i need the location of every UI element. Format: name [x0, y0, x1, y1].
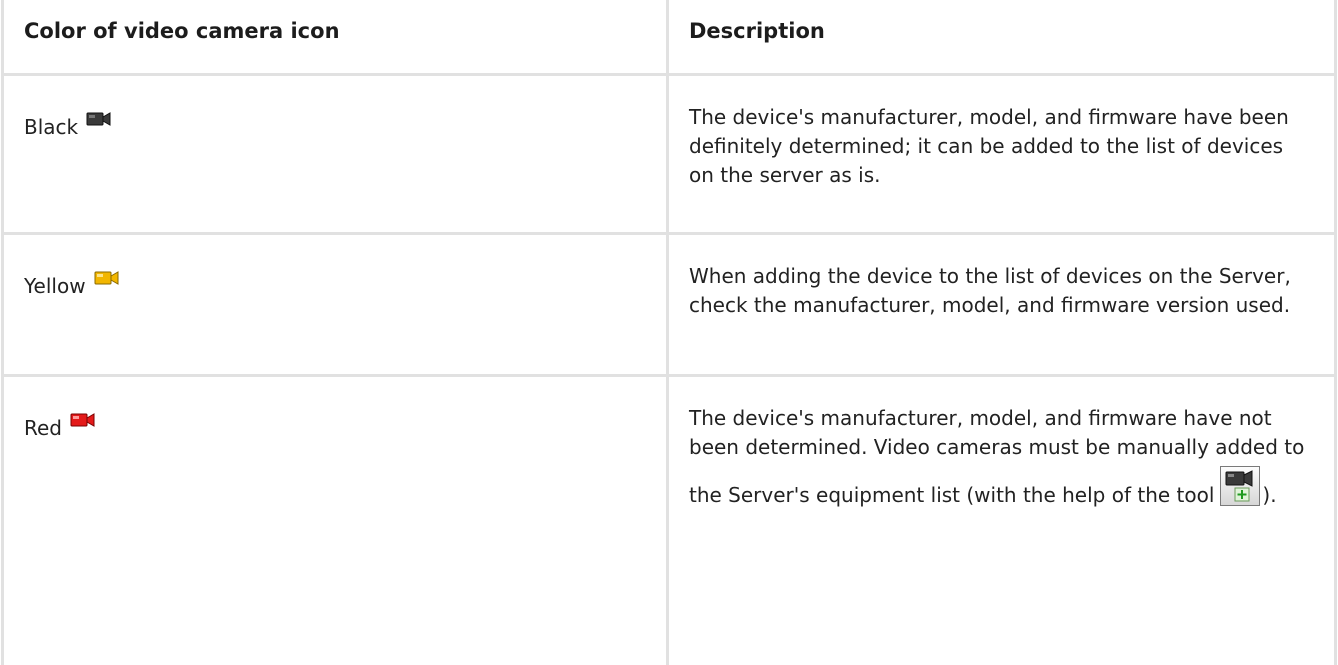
video-camera-black-icon [86, 106, 112, 136]
color-cell: Black [1, 72, 669, 235]
description-text: The device's manufacturer, model, and fi… [689, 405, 1305, 507]
description-text-end: ). [1262, 482, 1277, 507]
description-cell: When adding the device to the list of de… [666, 231, 1337, 377]
color-label: Red [24, 415, 62, 440]
description-cell: The device's manufacturer, model, and fi… [666, 72, 1337, 235]
camera-status-table: Color of video camera icon Description B… [1, 0, 1337, 665]
color-cell: Yellow [1, 231, 669, 377]
video-camera-red-icon [70, 407, 96, 437]
table-header-row: Color of video camera icon Description [1, 0, 1337, 76]
header-color: Color of video camera icon [1, 0, 669, 76]
description-cell: The device's manufacturer, model, and fi… [666, 373, 1337, 665]
color-label: Yellow [24, 273, 86, 298]
table-row-red: Red The device's manufacturer, model, an… [1, 373, 1337, 665]
color-cell: Red [1, 373, 669, 665]
video-camera-yellow-icon [94, 265, 120, 295]
add-camera-tool-icon [1220, 465, 1261, 514]
table-row-yellow: Yellow When adding the device to the lis… [1, 231, 1337, 377]
color-label: Black [24, 114, 79, 139]
header-description: Description [666, 0, 1337, 76]
table-row-black: Black The device's manufacturer, model, … [1, 72, 1337, 235]
